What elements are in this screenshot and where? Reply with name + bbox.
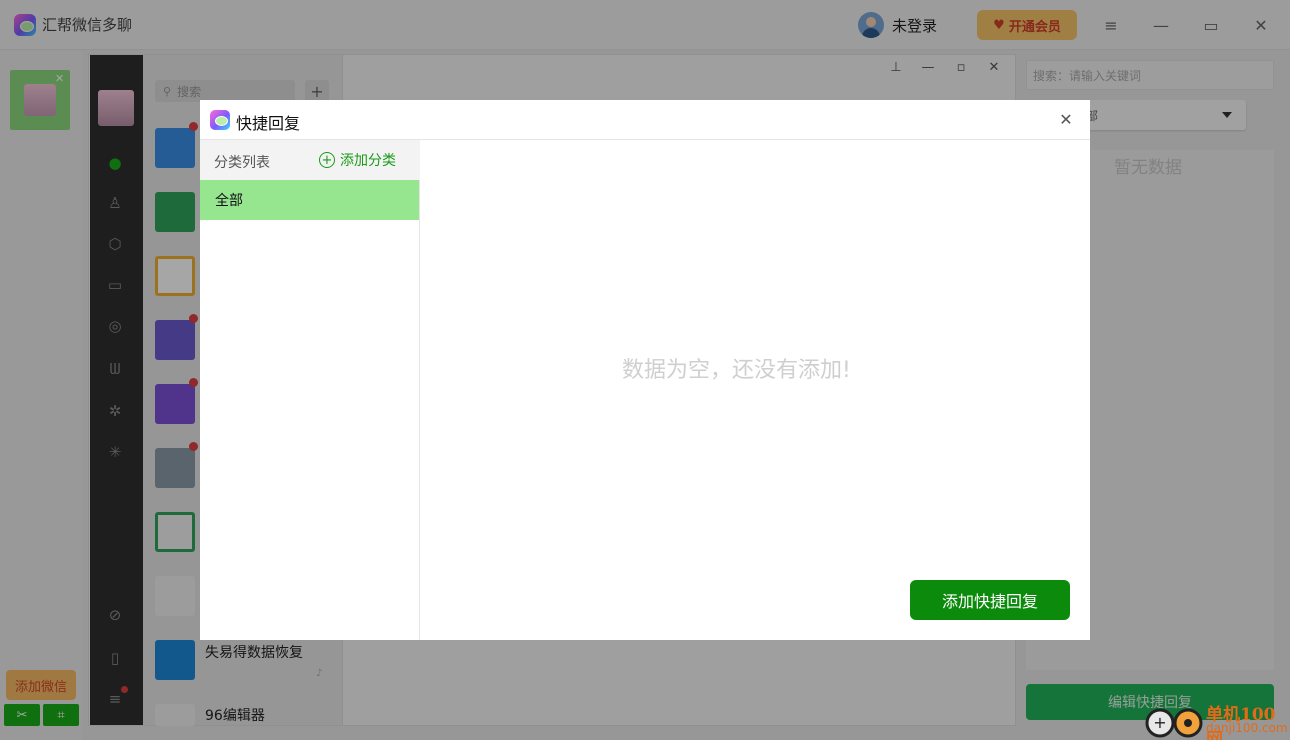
watermark-logo-icon: + xyxy=(1145,708,1203,738)
category-list-label: 分类列表 xyxy=(214,155,270,171)
empty-message: 数据为空，还没有添加! xyxy=(622,358,851,383)
watermark-url: danji100.com xyxy=(1206,721,1288,735)
svg-text:+: + xyxy=(1153,713,1166,732)
add-category-button[interactable]: + 添加分类 xyxy=(319,150,396,170)
add-quick-reply-button[interactable]: 添加快捷回复 xyxy=(910,580,1070,620)
quick-reply-dialog: 快捷回复 ✕ 分类列表 + 添加分类 全部 数据为空，还没有添加! 添加快捷回复 xyxy=(200,100,1090,640)
add-category-label: 添加分类 xyxy=(340,153,396,169)
add-circle-icon: + xyxy=(319,152,335,168)
category-panel: 分类列表 + 添加分类 全部 xyxy=(200,140,420,640)
dialog-header xyxy=(200,100,1090,140)
dialog-logo-icon xyxy=(210,110,230,130)
dialog-title: 快捷回复 xyxy=(236,114,301,133)
dialog-close-icon[interactable]: ✕ xyxy=(1056,109,1076,129)
category-item-all[interactable]: 全部 xyxy=(200,180,419,220)
